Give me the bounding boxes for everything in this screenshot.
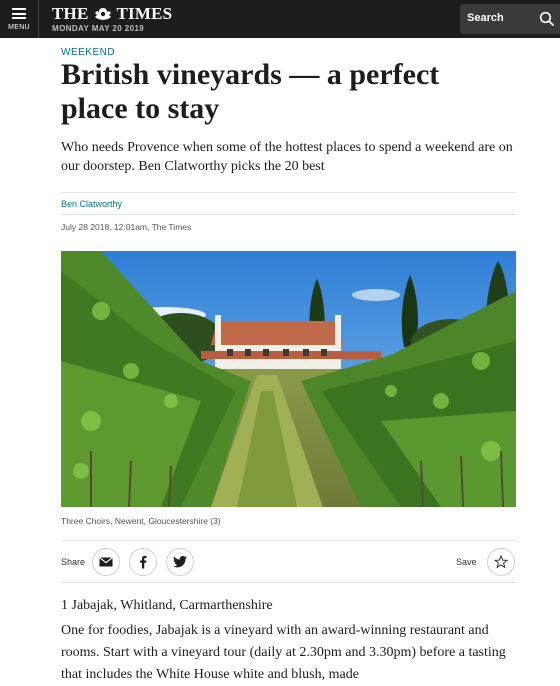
share-email-button[interactable]	[92, 548, 120, 576]
section-label[interactable]: WEEKEND	[61, 47, 115, 58]
save-button[interactable]	[487, 548, 515, 576]
masthead-word-the: THE	[52, 4, 89, 23]
publish-date: July 28 2018, 12:01am, The Times	[61, 222, 192, 232]
facebook-icon	[140, 555, 147, 569]
search-box[interactable]: Search	[460, 4, 560, 34]
email-icon	[99, 557, 113, 567]
share-label: Share	[61, 557, 86, 567]
entry-title: 1 Jabajak, Whitland, Carmarthenshire	[61, 598, 273, 613]
menu-icon	[12, 8, 26, 19]
masthead-logo[interactable]: THE TIMES	[52, 4, 172, 24]
divider	[61, 192, 516, 193]
edition-date: MONDAY MAY 20 2019	[52, 24, 145, 33]
search-icon	[539, 11, 555, 27]
article-standfirst: Who needs Provence when some of the hott…	[61, 140, 513, 174]
menu-button[interactable]: MENU	[0, 0, 38, 38]
save-label: Save	[456, 557, 477, 567]
author-link[interactable]: Ben Clatworthy	[61, 199, 122, 209]
vineyard-photo	[61, 251, 516, 507]
masthead-word-times: TIMES	[116, 4, 173, 23]
twitter-icon	[173, 556, 187, 568]
divider	[61, 582, 516, 583]
share-twitter-button[interactable]	[166, 548, 194, 576]
article-headline: British vineyards — a perfect place to s…	[61, 58, 440, 125]
share-facebook-button[interactable]	[129, 548, 157, 576]
hero-image	[61, 251, 516, 507]
menu-label: MENU	[8, 24, 30, 31]
search-label: Search	[467, 12, 504, 24]
divider	[61, 540, 516, 541]
image-caption: Three Choirs, Newent, Gloucestershire (3…	[61, 516, 221, 526]
times-crest-icon	[94, 8, 111, 20]
bookmark-star-icon	[494, 555, 508, 569]
entry-body: One for foodies, Jabajak is a vineyard w…	[61, 623, 506, 682]
divider	[61, 214, 516, 215]
top-navigation-bar: MENU THE TIMES MONDAY MAY 20 2019 Search	[0, 0, 560, 38]
menu-divider	[38, 0, 39, 38]
